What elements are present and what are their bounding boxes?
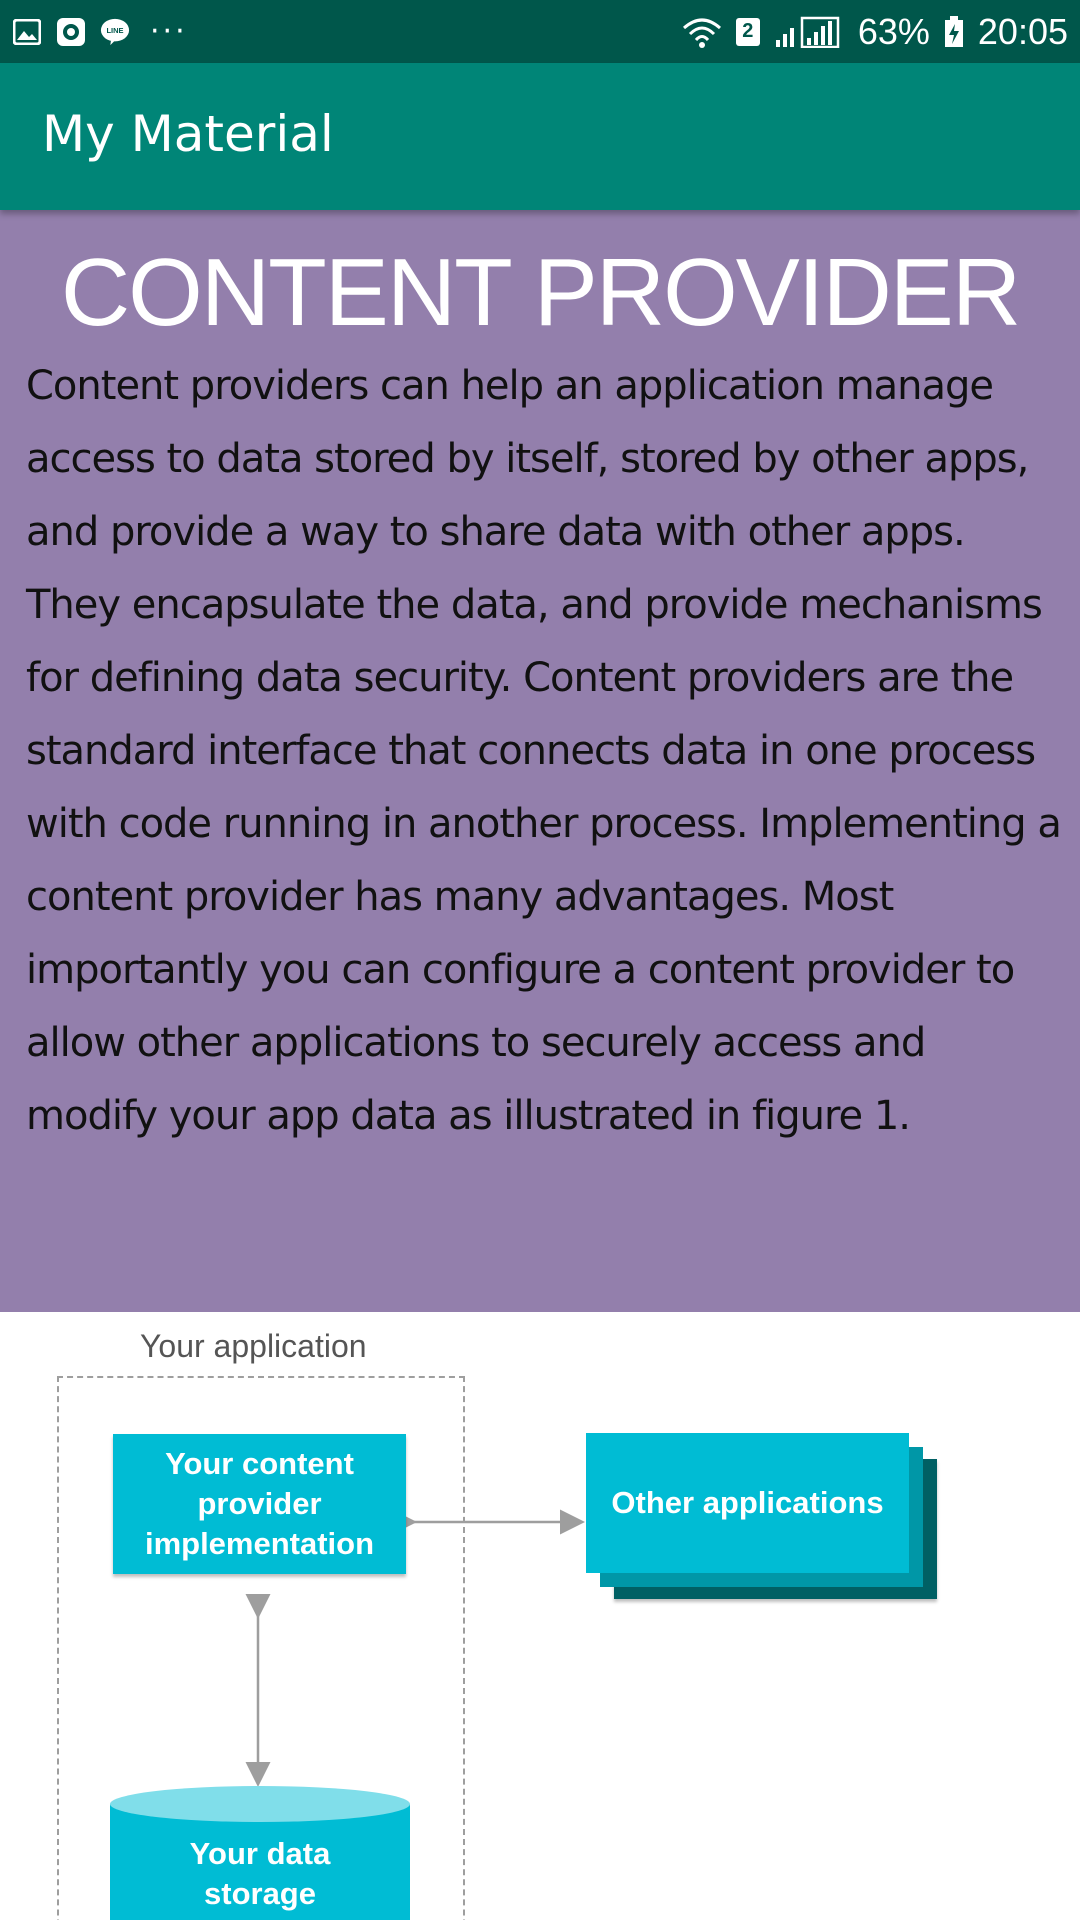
battery-percent: 63% [857, 10, 930, 52]
provider-line-3: implementation [144, 1526, 375, 1561]
content-panel: CONTENT PROVIDER Content providers can h… [0, 210, 1080, 1312]
other-applications-box: Other applications [586, 1433, 909, 1573]
status-bar-right: 2 63% 20:05 [682, 11, 1068, 53]
storage-line-1: Your data [189, 1836, 331, 1871]
app-bar: My Material [0, 63, 1080, 210]
image-icon [12, 17, 42, 47]
line-app-icon: LINE [100, 17, 130, 47]
battery-charging-icon [944, 15, 964, 47]
provider-line-1: Your content [165, 1446, 354, 1481]
svg-text:LINE: LINE [106, 25, 123, 34]
sim-slot-badge: 2 [735, 17, 760, 46]
status-bar-left: LINE ··· [12, 13, 188, 49]
app-title: My Material [42, 105, 334, 163]
body-paragraph: Content providers can help an applicatio… [26, 363, 1062, 1139]
architecture-figure: Your application Your content provider i… [0, 1312, 1080, 1920]
signal-icon [774, 16, 844, 48]
provider-line-2: provider [197, 1486, 322, 1521]
clock: 20:05 [977, 10, 1068, 52]
screenshot-icon [56, 17, 86, 47]
page-heading: CONTENT PROVIDER [60, 239, 1021, 346]
other-applications-label: Other applications [611, 1485, 884, 1520]
content-provider-box: Your content provider implementation [113, 1434, 406, 1574]
storage-line-2: storage [204, 1876, 316, 1911]
data-storage-cylinder: Your data storage [110, 1786, 410, 1920]
data-storage-label: Your data storage [110, 1834, 410, 1914]
wifi-icon [682, 17, 722, 48]
status-bar: LINE ··· 2 63% 20:05 [0, 0, 1080, 63]
more-notifications-indicator: ··· [150, 13, 188, 49]
